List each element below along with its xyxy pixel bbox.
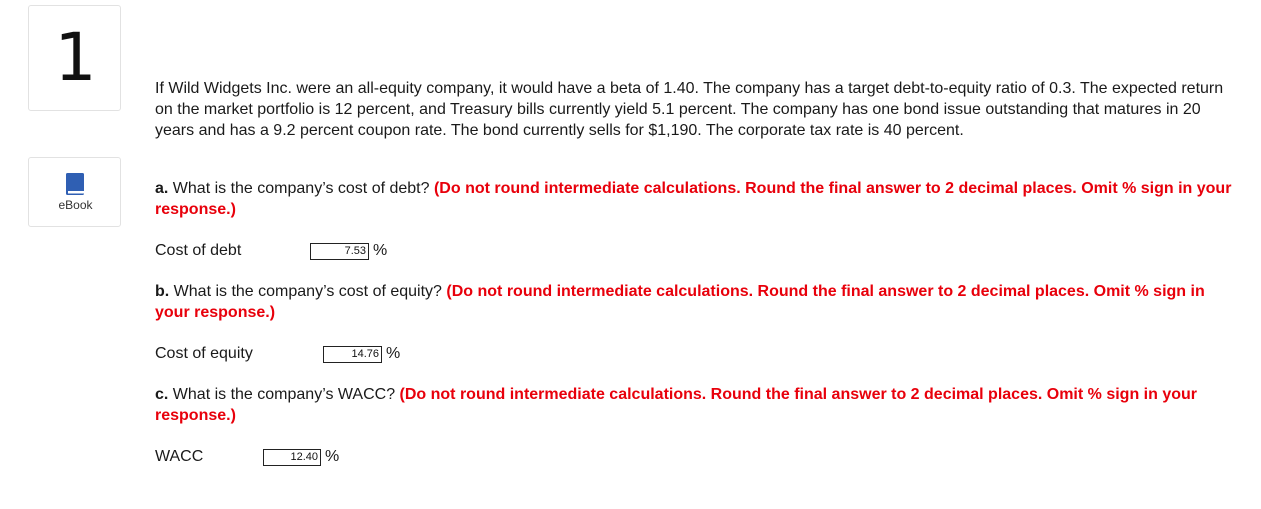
book-icon [66, 173, 84, 195]
part-a-question: a. What is the company’s cost of debt? (… [155, 178, 1240, 220]
part-c-question: c. What is the company’s WACC? (Do not r… [155, 384, 1240, 426]
ebook-label: eBook [58, 198, 93, 212]
part-b-letter: b. [155, 283, 170, 300]
part-c-letter: c. [155, 386, 169, 403]
wacc-row: WACC 12.40 % [155, 446, 455, 468]
part-a-question-text: What is the company’s cost of debt? [168, 180, 434, 197]
problem-statement: If Wild Widgets Inc. were an all-equity … [155, 78, 1240, 141]
cost-of-equity-label: Cost of equity [155, 345, 253, 362]
part-c-question-text: What is the company’s WACC? [168, 386, 400, 403]
cost-of-debt-label: Cost of debt [155, 242, 242, 259]
question-number: 1 [54, 19, 97, 96]
cost-of-debt-percent: % [373, 242, 388, 259]
question-number-box: 1 [28, 5, 121, 111]
problem-text: If Wild Widgets Inc. were an all-equity … [155, 80, 1224, 139]
part-b-question-text: What is the company’s cost of equity? [169, 283, 447, 300]
part-a-letter: a. [155, 180, 169, 197]
ebook-button[interactable]: eBook [28, 157, 121, 227]
wacc-label: WACC [155, 448, 204, 465]
cost-of-debt-input[interactable]: 7.53 [310, 243, 369, 260]
cost-of-equity-row: Cost of equity 14.76 % [155, 343, 455, 365]
cost-of-equity-percent: % [386, 345, 401, 362]
cost-of-debt-row: Cost of debt 7.53 % [155, 240, 455, 262]
wacc-input[interactable]: 12.40 [263, 449, 321, 466]
wacc-percent: % [325, 448, 340, 465]
cost-of-equity-input[interactable]: 14.76 [323, 346, 382, 363]
part-b-question: b. What is the company’s cost of equity?… [155, 281, 1240, 323]
